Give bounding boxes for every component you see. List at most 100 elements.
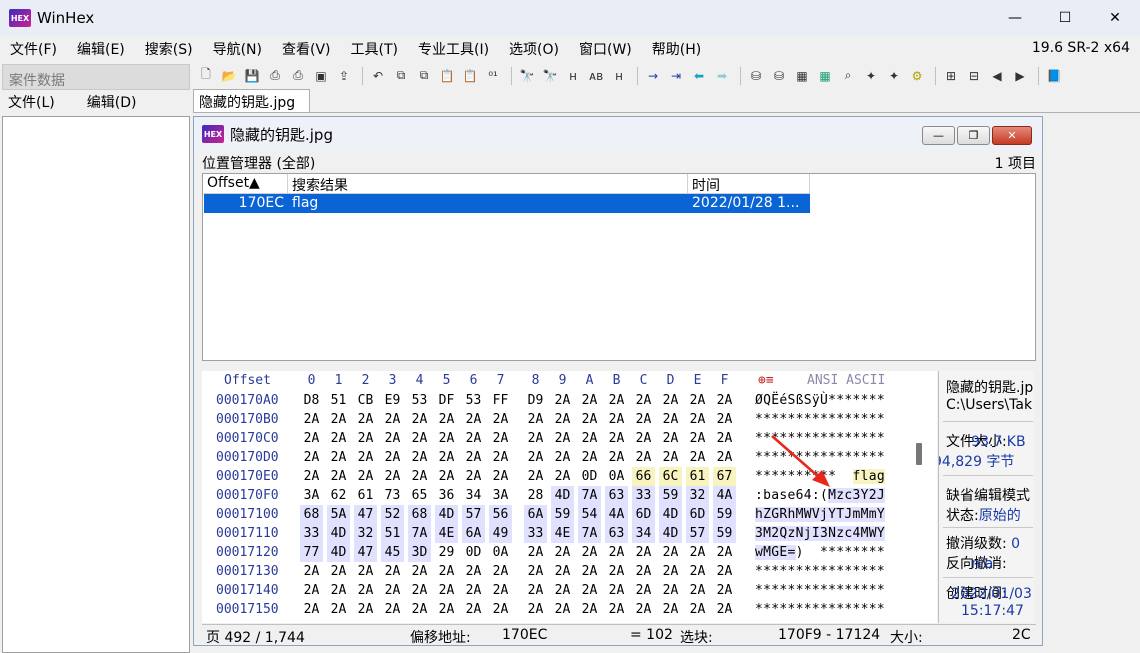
hex-byte[interactable]: 0A [605,467,628,486]
hex-byte[interactable]: 2A [435,581,458,600]
menu-tools[interactable]: 工具(T) [341,39,408,59]
doc-restore-button[interactable]: ❐ [957,126,990,145]
hex-row[interactable]: 00017120 77 4D 47 45 3D 29 0D 0A 2A 2A 2A 2A 2A 2A 2A 2A… [202,543,937,562]
forward-icon[interactable]: ➡ [712,67,732,85]
paste-icon[interactable]: 📋 [437,67,457,85]
hex-byte[interactable]: 2A [551,562,574,581]
hex-byte[interactable]: 2A [524,600,547,619]
maximize-button[interactable]: ☐ [1040,0,1090,36]
export-icon[interactable]: ⇪ [334,67,354,85]
hex-byte[interactable]: 2A [605,448,628,467]
hex-byte[interactable]: 2A [605,562,628,581]
hex-byte[interactable]: 59 [551,505,574,524]
hex-row[interactable]: 000170C0 2A 2A 2A 2A 2A 2A 2A 2A 2A 2A 2A 2A 2A 2A 2A 2A… [202,429,937,448]
hex-byte[interactable]: E9 [381,391,404,410]
menu-options[interactable]: 选项(O) [499,39,569,59]
hex-byte[interactable]: 2A [686,600,709,619]
hex-byte[interactable]: 2A [659,600,682,619]
back-icon[interactable]: ⬅ [689,67,709,85]
hex-byte[interactable]: 2A [632,410,655,429]
hex-byte[interactable]: D8 [300,391,323,410]
book-icon[interactable]: 📘 [1044,67,1064,85]
hex-byte[interactable]: 2A [605,391,628,410]
hex-byte[interactable]: 2A [462,600,485,619]
hex-byte[interactable]: 2A [489,562,512,581]
hex-byte[interactable]: 2A [435,410,458,429]
hex-byte[interactable]: 33 [524,524,547,543]
hex-byte[interactable]: 4A [605,505,628,524]
hex-byte[interactable]: 2A [408,467,431,486]
hex-byte[interactable]: 2A [300,600,323,619]
menu-window[interactable]: 窗口(W) [569,39,642,59]
hex-byte[interactable]: 2A [300,467,323,486]
hex-byte[interactable]: 59 [659,486,682,505]
hex-byte[interactable]: 28 [524,486,547,505]
hex-byte[interactable]: 6A [524,505,547,524]
cut-icon[interactable]: ⧉ [391,67,411,85]
hex-row[interactable]: 00017100 68 5A 47 52 68 4D 57 56 6A 59 54 4A 6D 4D 6D 59… [202,505,937,524]
hex-byte[interactable]: 2A [462,410,485,429]
ascii-text[interactable]: hZGRhMWVjYTJmMmY [755,505,886,524]
hex-byte[interactable]: 2A [327,429,350,448]
hex-byte[interactable]: 2A [462,467,485,486]
next-icon[interactable]: ▶ [1010,67,1030,85]
hex-byte[interactable]: 66 [632,467,655,486]
hex-row[interactable]: 00017110 33 4D 32 51 7A 4E 6A 49 33 4E 7A 63 34 4D 57 59… [202,524,937,543]
doc-close-button[interactable]: ✕ [992,126,1032,145]
hex-byte[interactable]: 2A [354,467,377,486]
template-icon[interactable]: ⊟ [964,67,984,85]
hex-byte[interactable]: 65 [408,486,431,505]
ascii-text[interactable]: **************** [755,448,885,467]
hex-byte[interactable]: 4E [551,524,574,543]
hex-byte[interactable]: 4D [327,543,350,562]
hex-byte[interactable]: 2A [524,543,547,562]
hex-byte[interactable]: 2A [327,448,350,467]
hex-byte[interactable]: 2A [300,429,323,448]
hex-byte[interactable]: 2A [686,391,709,410]
hex-byte[interactable]: 5A [327,505,350,524]
hex-row[interactable]: 000170A0 D8 51 CB E9 53 DF 53 FF D9 2A 2A 2A 2A 2A 2A 2A… [202,391,937,410]
hex-byte[interactable]: 2A [605,410,628,429]
ascii-text[interactable]: **************** [755,562,885,581]
hex-byte[interactable]: 2A [435,429,458,448]
hex-byte[interactable]: 2A [489,429,512,448]
hex-byte[interactable]: 0A [489,543,512,562]
hex-byte[interactable]: 2A [489,581,512,600]
open-folder-icon[interactable]: 📂 [219,67,239,85]
hex-byte[interactable]: 2A [659,429,682,448]
data-interpreter-icon[interactable]: ⊞ [941,67,961,85]
hex-byte[interactable]: 2A [551,448,574,467]
hex-byte[interactable]: 2A [578,391,601,410]
hex-byte[interactable]: 2A [551,543,574,562]
hex-byte[interactable]: 54 [578,505,601,524]
hex-byte[interactable]: 2A [632,448,655,467]
hex-byte[interactable]: 4D [659,505,682,524]
hex-byte[interactable]: 2A [524,429,547,448]
hex-byte[interactable]: 49 [489,524,512,543]
hex-byte[interactable]: 2A [408,429,431,448]
hex-byte[interactable]: 2A [300,581,323,600]
hex-byte[interactable]: 3D [408,543,431,562]
hex-byte[interactable]: 2A [578,562,601,581]
minimize-button[interactable]: — [990,0,1040,36]
hex-byte[interactable]: 4D [435,505,458,524]
hex-byte[interactable]: 45 [381,543,404,562]
hex-byte[interactable]: 2A [524,562,547,581]
hex-byte[interactable]: 3A [489,486,512,505]
menu-edit[interactable]: 编辑(E) [67,39,135,59]
hex-byte[interactable]: 2A [713,410,736,429]
hex-byte[interactable]: 2A [300,562,323,581]
hex-byte[interactable]: 2A [489,410,512,429]
hex-byte[interactable]: 4D [327,524,350,543]
hex-byte[interactable]: 52 [381,505,404,524]
hex-byte[interactable]: 2A [435,467,458,486]
print-icon[interactable]: ⎙ [265,67,285,85]
hex-byte[interactable]: 2A [300,410,323,429]
table-row[interactable]: 170EC flag 2022/01/28 1... [204,194,810,213]
ascii-text[interactable]: ********** flag [755,467,886,486]
hex-byte[interactable]: 2A [578,429,601,448]
hex-byte[interactable]: 4A [713,486,736,505]
column-search-result[interactable]: 搜索结果 [288,174,688,194]
hex-byte[interactable]: 2A [605,429,628,448]
hex-byte[interactable]: 2A [686,448,709,467]
